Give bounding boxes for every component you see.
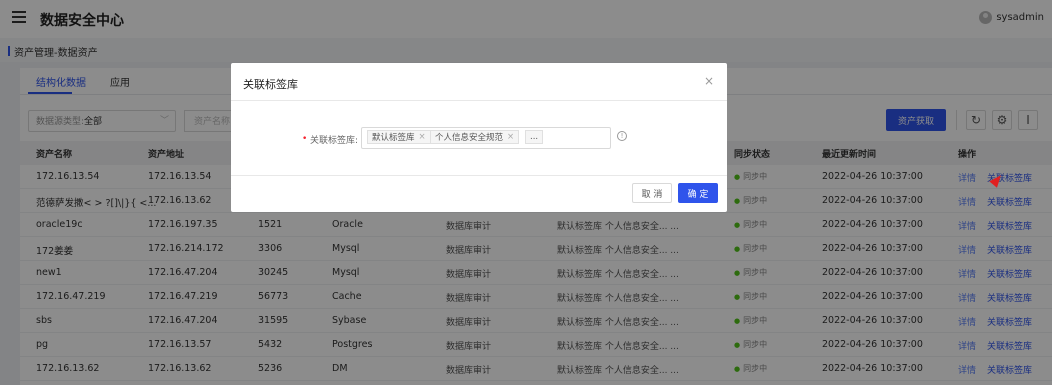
modal-header-divider (231, 100, 727, 101)
info-icon[interactable]: ! (617, 131, 627, 141)
tag-personal-info-spec[interactable]: 个人信息安全规范 × (430, 130, 520, 144)
tag-label: 默认标签库 (372, 133, 415, 143)
modal-title: 关联标签库 (243, 78, 298, 91)
tag-label: 个人信息安全规范 (435, 133, 504, 143)
tag-more[interactable]: ... (525, 130, 544, 144)
tag-default-library[interactable]: 默认标签库 × (367, 130, 431, 144)
tag-remove-icon[interactable]: × (507, 132, 514, 142)
tag-library-field-label: 关联标签库: (310, 136, 359, 146)
tag-remove-icon[interactable]: × (419, 132, 426, 142)
confirm-button[interactable]: 确 定 (678, 183, 718, 203)
modal-footer-divider (231, 175, 727, 176)
close-icon[interactable]: × (704, 74, 714, 88)
cancel-button[interactable]: 取 消 (632, 183, 672, 203)
required-mark: • (302, 134, 308, 144)
